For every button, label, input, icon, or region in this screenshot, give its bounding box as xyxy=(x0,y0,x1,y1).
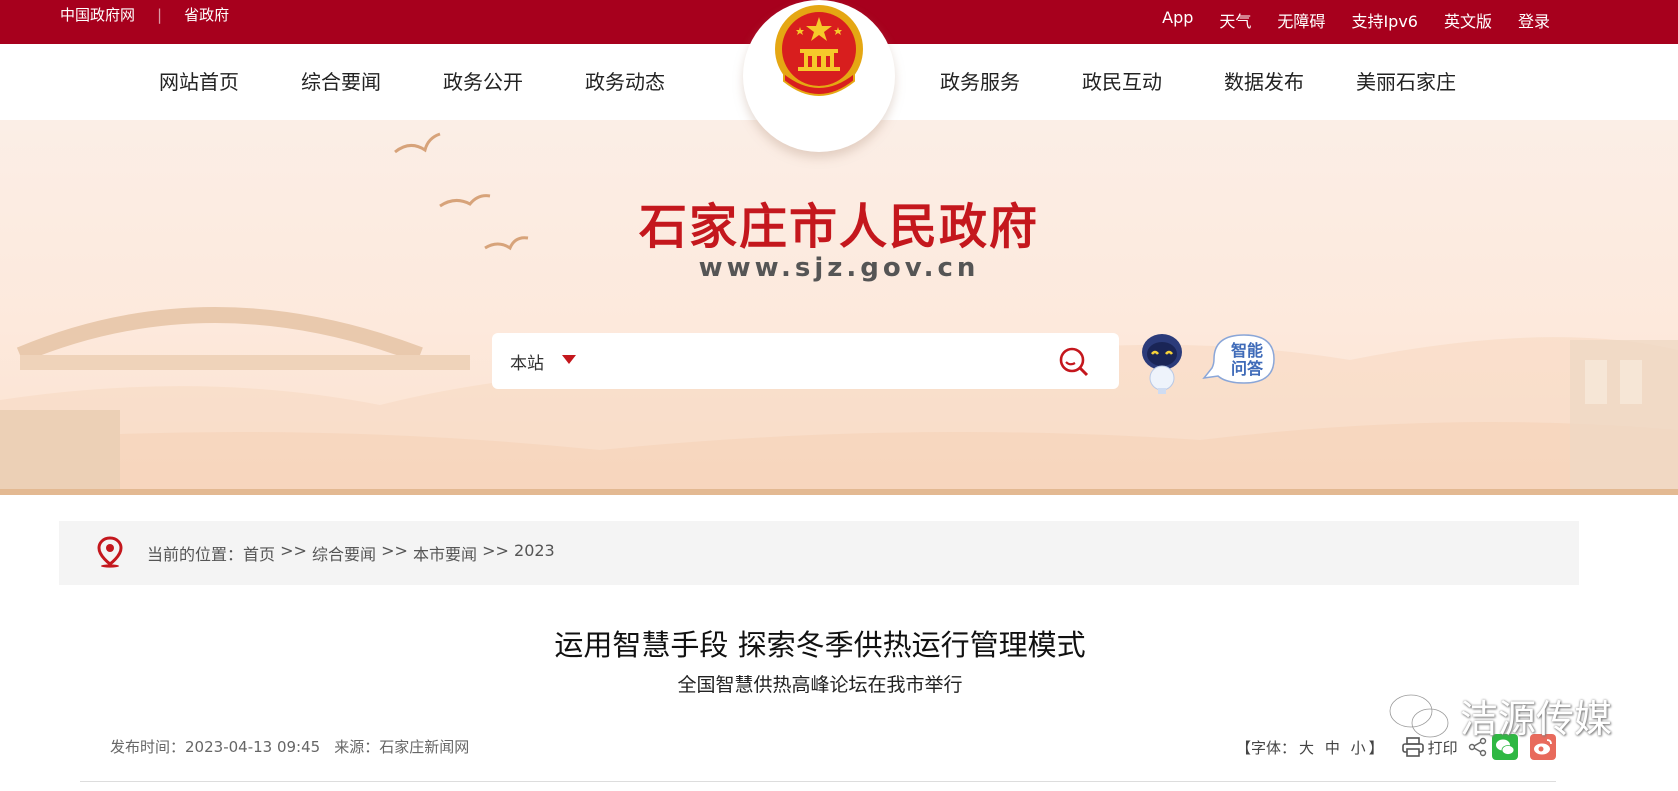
breadcrumb-prefix: 当前的位置： xyxy=(147,545,244,564)
link-ipv6[interactable]: 支持Ipv6 xyxy=(1351,8,1418,32)
breadcrumb-separator: >> xyxy=(477,541,515,560)
national-emblem-icon xyxy=(775,5,863,96)
breadcrumb-separator: >> xyxy=(275,541,313,560)
site-url: www.sjz.gov.cn xyxy=(698,253,980,283)
article-title: 运用智慧手段 探索冬季供热运行管理模式 xyxy=(554,628,1086,662)
article-meta: 发布时间：2023-04-13 09:45 来源：石家庄新闻网 xyxy=(110,736,469,757)
nav-item-interaction[interactable]: 政民互动 xyxy=(1082,66,1162,95)
font-size-medium[interactable]: 中 xyxy=(1325,739,1340,757)
emblem-badge xyxy=(743,0,895,152)
breadcrumb-news[interactable]: 综合要闻 xyxy=(312,541,376,565)
nav-item-beautiful-sjz[interactable]: 美丽石家庄 xyxy=(1356,66,1456,95)
watermark-text: 洁源传媒 xyxy=(1460,697,1613,741)
watermark: 洁源传媒 xyxy=(1386,688,1612,743)
nav-item-gov-info[interactable]: 政务公开 xyxy=(443,66,523,95)
meta-divider xyxy=(80,781,1556,782)
font-size-options: 大 中 小 xyxy=(1296,737,1369,758)
landscape-illustration xyxy=(0,132,1678,495)
top-bar-left-links: 中国政府网 | 省政府 xyxy=(60,4,229,25)
top-bar-separator: | xyxy=(157,5,163,24)
breadcrumb-separator: >> xyxy=(376,541,414,560)
breadcrumb-year[interactable]: 2023 xyxy=(514,541,555,565)
smart-qa-label[interactable]: 智能 问答 xyxy=(1222,342,1272,378)
breadcrumb-city-news[interactable]: 本市要闻 xyxy=(413,541,477,565)
link-weather[interactable]: 天气 xyxy=(1219,8,1251,32)
publish-time: 发布时间：2023-04-13 09:45 xyxy=(110,738,321,756)
breadcrumb: 当前的位置： 首页 >> 综合要闻 >> 本市要闻 >> 2023 xyxy=(59,521,1579,585)
search-input[interactable] xyxy=(592,345,1012,377)
banner-bottom-border xyxy=(0,489,1678,495)
nav-item-news[interactable]: 综合要闻 xyxy=(301,66,381,95)
location-pin-icon xyxy=(97,536,123,568)
link-china-gov[interactable]: 中国政府网 xyxy=(60,4,135,25)
breadcrumb-home[interactable]: 首页 xyxy=(243,541,275,565)
font-size-small[interactable]: 小 xyxy=(1351,739,1366,757)
search-icon[interactable] xyxy=(1058,346,1090,378)
link-province-gov[interactable]: 省政府 xyxy=(184,4,229,25)
nav-item-data[interactable]: 数据发布 xyxy=(1224,66,1304,95)
search-scope-select[interactable]: 本站 xyxy=(510,349,544,374)
caret-down-icon[interactable] xyxy=(562,355,576,364)
article-source: 来源：石家庄新闻网 xyxy=(334,738,470,756)
nav-item-gov-dynamics[interactable]: 政务动态 xyxy=(585,66,665,95)
font-size-large[interactable]: 大 xyxy=(1299,739,1314,757)
link-app[interactable]: App xyxy=(1162,8,1193,32)
nav-item-home[interactable]: 网站首页 xyxy=(159,66,239,95)
nav-item-gov-services[interactable]: 政务服务 xyxy=(940,66,1020,95)
wechat-watermark-icon xyxy=(1388,693,1450,738)
link-login[interactable]: 登录 xyxy=(1518,8,1550,32)
top-bar-right-links: App 天气 无障碍 支持Ipv6 英文版 登录 xyxy=(1162,8,1550,32)
site-title: 石家庄市人民政府 xyxy=(638,199,1039,255)
link-accessibility[interactable]: 无障碍 xyxy=(1277,8,1325,32)
robot-assistant-icon[interactable] xyxy=(1138,332,1186,394)
site-banner: 石家庄市人民政府 www.sjz.gov.cn 本站 智能 问答 xyxy=(0,120,1678,495)
breadcrumb-path: 当前的位置： 首页 >> 综合要闻 >> 本市要闻 >> 2023 xyxy=(147,541,555,565)
link-english[interactable]: 英文版 xyxy=(1444,8,1492,32)
font-size-label-close: 】 xyxy=(1368,738,1384,757)
font-size-label-open: 【字体： xyxy=(1236,738,1297,757)
search-box: 本站 xyxy=(492,333,1119,389)
